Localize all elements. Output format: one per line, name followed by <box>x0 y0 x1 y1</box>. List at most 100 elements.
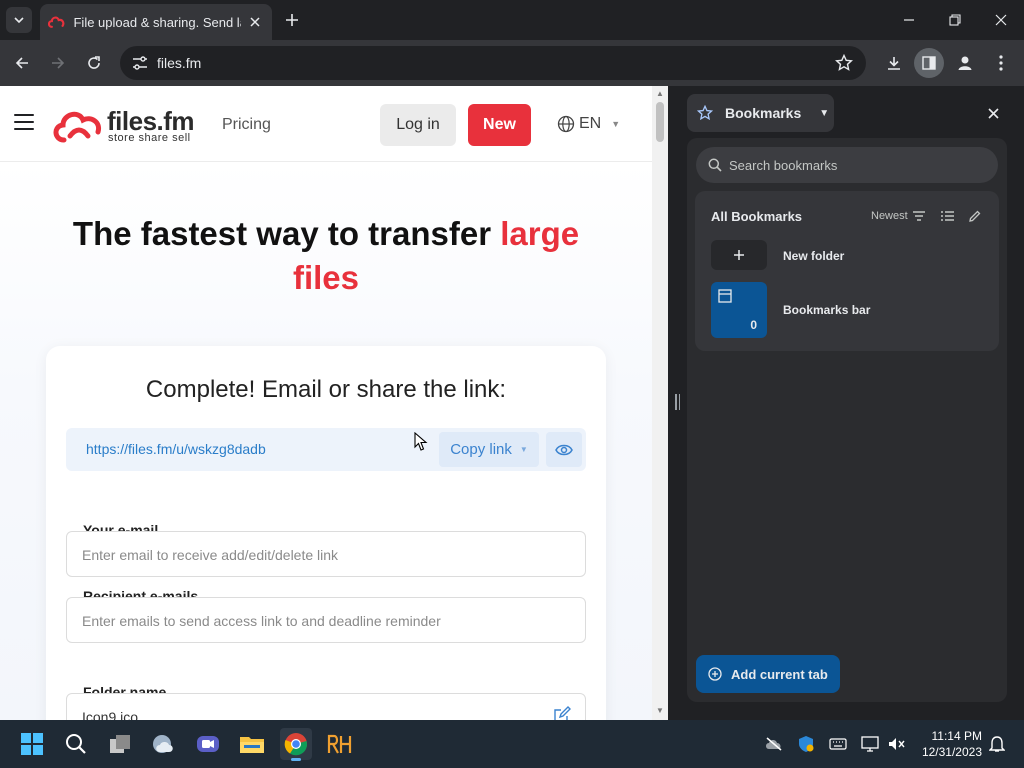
preview-link-button[interactable] <box>546 432 582 467</box>
edit-bookmarks-button[interactable] <box>966 207 984 225</box>
downloads-button[interactable] <box>879 48 909 78</box>
meet-now-button[interactable] <box>192 728 224 760</box>
start-button[interactable] <box>16 728 48 760</box>
side-panel-selector[interactable]: Bookmarks ▼ <box>687 94 834 132</box>
back-button[interactable] <box>7 48 37 78</box>
arrow-left-icon <box>15 57 28 69</box>
volume-muted-icon[interactable] <box>886 734 906 754</box>
site-info-icon[interactable] <box>128 51 152 75</box>
edit-icon[interactable] <box>553 706 571 720</box>
files-fm-favicon-icon <box>48 16 65 28</box>
folder-name-field[interactable]: Icon9.ico <box>66 693 586 720</box>
bookmarks-side-panel: Bookmarks ▼ Search bookmarks All Bookmar… <box>680 86 1024 720</box>
clock-date: 12/31/2023 <box>921 745 982 759</box>
restore-button[interactable] <box>932 0 978 40</box>
headline-highlight: large <box>500 215 580 252</box>
copy-link-button[interactable]: Copy link ▼ <box>439 432 539 467</box>
clock-time: 11:14 PM <box>931 729 982 743</box>
url-text: files.fm <box>157 55 202 71</box>
video-camera-icon <box>197 736 219 752</box>
share-card-title: Complete! Email or share the link: <box>145 376 507 403</box>
recipient-emails-field[interactable]: Enter emails to send access link to and … <box>66 597 586 643</box>
new-tab-button[interactable] <box>280 8 304 32</box>
hamburger-menu-icon[interactable] <box>14 114 34 132</box>
bookmarks-bar-count: 0 <box>750 318 757 332</box>
browser-tab[interactable]: File upload & sharing. Send larg <box>40 4 272 40</box>
mouse-cursor-icon <box>414 432 428 451</box>
globe-icon <box>557 115 575 133</box>
add-current-tab-button[interactable]: Add current tab <box>696 655 840 693</box>
bookmarks-bar-label[interactable]: Bookmarks bar <box>783 303 870 317</box>
bookmark-star-icon[interactable] <box>832 51 856 75</box>
add-circle-icon <box>708 667 722 681</box>
task-view-button[interactable] <box>104 728 136 760</box>
close-window-button[interactable] <box>978 0 1024 40</box>
scroll-down-icon[interactable]: ▼ <box>655 706 665 716</box>
taskbar-search-button[interactable] <box>60 728 92 760</box>
reload-button[interactable] <box>79 48 109 78</box>
page-scrollbar[interactable]: ▲ ▼ <box>652 86 668 720</box>
scroll-up-icon[interactable]: ▲ <box>655 89 665 99</box>
tab-search-button[interactable] <box>6 7 32 33</box>
list-view-button[interactable] <box>938 207 956 225</box>
notifications-bell-icon[interactable] <box>987 734 1007 754</box>
side-panel-icon <box>922 56 936 70</box>
restore-icon <box>949 14 961 26</box>
copy-link-label: Copy link <box>450 441 512 458</box>
profile-button[interactable] <box>950 48 980 78</box>
file-explorer-button[interactable] <box>236 728 268 760</box>
keyboard-icon[interactable] <box>828 734 848 754</box>
site-header: files.fm store share sell Pricing Log in… <box>0 86 652 162</box>
weather-cloud-icon <box>153 735 173 753</box>
arrow-right-icon <box>52 57 65 69</box>
taskbar-clock[interactable]: 11:14 PM 12/31/2023 <box>912 728 982 760</box>
all-bookmarks-section: All Bookmarks Newest New folder 0 Bookma… <box>695 191 999 351</box>
star-icon <box>697 105 713 121</box>
chrome-taskbar-button[interactable] <box>280 728 312 761</box>
sort-order-button[interactable]: Newest <box>871 210 925 222</box>
search-icon <box>708 158 722 172</box>
side-panel-button[interactable] <box>914 48 944 78</box>
new-folder-label[interactable]: New folder <box>783 249 844 263</box>
your-email-field[interactable]: Enter email to receive add/edit/delete l… <box>66 531 586 577</box>
profile-icon <box>958 56 972 70</box>
new-folder-button[interactable] <box>711 240 767 270</box>
more-vertical-icon <box>999 55 1003 71</box>
minimize-button[interactable] <box>886 0 932 40</box>
security-shield-icon[interactable] <box>796 734 816 754</box>
onedrive-offline-icon[interactable] <box>764 734 784 754</box>
widgets-button[interactable] <box>148 728 180 760</box>
login-button[interactable]: Log in <box>380 104 456 146</box>
add-current-tab-label: Add current tab <box>731 666 828 682</box>
close-side-panel-button[interactable] <box>983 103 1003 123</box>
chevron-down-icon <box>14 17 24 24</box>
new-button[interactable]: New <box>468 104 531 146</box>
address-bar[interactable]: files.fm <box>120 46 866 80</box>
forward-button[interactable] <box>43 48 73 78</box>
scroll-thumb[interactable] <box>656 102 664 142</box>
browser-menu-button[interactable] <box>986 48 1016 78</box>
app-taskbar-button[interactable] <box>324 728 356 760</box>
pencil-icon <box>969 210 981 222</box>
hero-headline: The fastest way to transfer large files <box>30 212 622 300</box>
language-selector[interactable]: EN ▼ <box>557 115 620 133</box>
browser-toolbar: files.fm <box>0 40 1024 86</box>
bookmarks-bar-folder[interactable]: 0 <box>711 282 767 338</box>
close-icon <box>987 107 999 119</box>
caret-down-icon: ▼ <box>519 445 528 454</box>
eye-icon <box>555 444 573 455</box>
display-icon[interactable] <box>860 734 880 754</box>
bookmarks-search-placeholder: Search bookmarks <box>729 158 838 173</box>
nav-pricing-link[interactable]: Pricing <box>222 116 271 134</box>
share-link-url[interactable]: https://files.fm/u/wskzg8dadb <box>86 441 266 457</box>
chrome-icon <box>284 733 308 756</box>
sort-label: Newest <box>871 210 908 222</box>
language-label: EN <box>579 115 602 132</box>
site-logo[interactable]: files.fm store share sell <box>52 106 202 146</box>
download-icon <box>888 57 900 70</box>
filter-icon <box>912 211 925 221</box>
tab-close-icon[interactable] <box>247 13 264 31</box>
logo-tagline: store share sell <box>108 132 191 144</box>
side-panel-title: Bookmarks <box>725 105 802 121</box>
bookmarks-search-input[interactable]: Search bookmarks <box>696 147 998 183</box>
